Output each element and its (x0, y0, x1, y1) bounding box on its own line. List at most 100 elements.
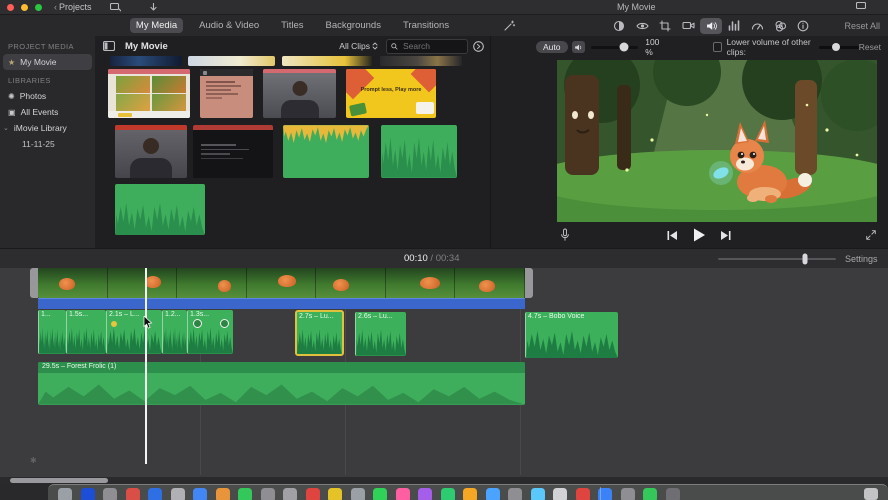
media-thumbnail[interactable] (110, 56, 182, 66)
color-correction-icon[interactable] (631, 18, 653, 34)
dock-app-icon[interactable] (620, 488, 635, 500)
media-import-icon[interactable] (109, 2, 121, 12)
media-thumbnail-audio-3[interactable] (115, 184, 205, 235)
dock-app-icon[interactable] (103, 488, 117, 500)
search-field[interactable] (386, 38, 468, 54)
tab-transitions[interactable]: Transitions (397, 18, 455, 33)
dock-app-icon[interactable] (373, 488, 387, 500)
audio-clip-4[interactable]: 1.2... (162, 310, 187, 354)
dock-app-icon[interactable] (328, 488, 342, 500)
auto-volume-button[interactable]: Auto (536, 41, 568, 53)
dock-app-icon[interactable] (440, 488, 455, 500)
fullscreen-icon[interactable] (865, 229, 877, 241)
browser-forward-icon[interactable] (473, 40, 484, 52)
sidebar-item-event-11-11-25[interactable]: 11-11-25 (0, 136, 95, 152)
sidebar-item-my-movie[interactable]: ★ My Movie (3, 54, 92, 70)
stabilization-icon[interactable] (677, 18, 699, 34)
audio-clip-5[interactable]: 1.3s... (187, 310, 233, 354)
enhance-wand-icon[interactable] (498, 18, 520, 34)
dock-app-icon[interactable] (643, 488, 657, 500)
noise-reduction-icon[interactable] (723, 18, 745, 34)
dock-app-icon[interactable] (260, 488, 275, 500)
media-thumbnail-audio-green[interactable] (381, 125, 457, 178)
dock-app-icon[interactable] (575, 488, 590, 500)
audio-clip-1[interactable]: 1... (38, 310, 66, 354)
clip-info-icon[interactable] (792, 18, 814, 34)
search-input[interactable] (401, 40, 463, 52)
lower-volume-slider[interactable] (819, 43, 859, 51)
lower-volume-checkbox[interactable] (713, 42, 722, 52)
crop-icon[interactable] (654, 18, 676, 34)
sidebar-item-imovie-library[interactable]: ⌄ iMovie Library (0, 120, 95, 136)
clip-filter-icon[interactable] (769, 18, 791, 34)
close-window-button[interactable] (7, 3, 14, 11)
dock-app-icon[interactable] (418, 488, 432, 500)
tab-titles[interactable]: Titles (275, 18, 309, 33)
voiceover-mic-icon[interactable] (559, 228, 571, 242)
media-thumbnail-yellow-promo[interactable]: Prompt less, Play more (346, 69, 436, 118)
dock-app-icon[interactable] (665, 488, 680, 500)
clip-marker-icon[interactable] (111, 321, 117, 327)
dock-app-icon[interactable] (215, 488, 230, 500)
sidebar-toggle-icon[interactable] (103, 41, 115, 51)
dock-app-icon[interactable] (350, 488, 365, 500)
dock-app-icon[interactable] (148, 488, 162, 500)
media-thumbnail-notes-page[interactable] (200, 69, 253, 118)
media-thumbnail-webcam-1[interactable] (263, 69, 336, 118)
media-thumbnail[interactable] (282, 56, 372, 66)
scrollbar-thumb[interactable] (10, 478, 108, 483)
volume-keyframe-icon[interactable] (193, 319, 202, 328)
video-preview[interactable] (557, 60, 877, 222)
dock-app-icon[interactable] (80, 488, 95, 500)
timeline[interactable]: 1... 1.5s... 2.1s – L... 1.2... 1.3s... … (0, 268, 888, 477)
screen-mirroring-icon[interactable] (856, 2, 866, 10)
volume-icon[interactable] (700, 17, 722, 34)
video-clip-filmstrip[interactable] (38, 268, 525, 298)
dock-app-icon[interactable] (193, 488, 207, 500)
media-thumbnail-audio-yellow[interactable] (283, 125, 369, 178)
play-button[interactable] (692, 228, 706, 242)
clip-size-slider[interactable] (718, 253, 836, 265)
media-thumbnail-webcam-2[interactable] (115, 125, 187, 178)
media-thumbnail[interactable] (380, 56, 462, 66)
timeline-scrollbar[interactable] (0, 477, 888, 484)
right-trim-handle[interactable] (525, 268, 533, 298)
dock-app-icon[interactable] (125, 488, 140, 500)
sidebar-item-all-events[interactable]: ▣ All Events (0, 104, 95, 120)
playhead[interactable] (145, 268, 147, 464)
left-trim-handle[interactable] (30, 268, 38, 298)
back-to-projects-button[interactable]: ‹ Projects (54, 2, 92, 12)
dock-app-icon[interactable] (485, 488, 500, 500)
dock-app-icon[interactable] (553, 488, 567, 500)
reset-volume-button[interactable]: Reset (859, 42, 881, 52)
dock-app-icon[interactable] (463, 488, 477, 500)
music-clip-forest-frolic[interactable]: 29.5s – Forest Frolic (1) (38, 362, 525, 405)
minimize-window-button[interactable] (21, 3, 28, 11)
audio-clip-selected[interactable]: 2.7s – Lu... (295, 310, 344, 356)
reset-all-button[interactable]: Reset All (844, 21, 880, 31)
dock-app-icon[interactable] (508, 488, 522, 500)
dock-app-icon[interactable] (305, 488, 320, 500)
dock-app-icon[interactable] (238, 488, 252, 500)
audio-clip-bobo-voice[interactable]: 4.7s – Bobo Voice (525, 312, 618, 358)
mute-speaker-icon[interactable] (571, 41, 585, 53)
dock-app-icon[interactable] (58, 488, 72, 500)
color-balance-icon[interactable] (608, 18, 630, 34)
audio-clip-3[interactable]: 2.1s – L... (106, 310, 162, 354)
speed-icon[interactable] (746, 18, 768, 34)
trash-icon[interactable] (864, 488, 878, 500)
sidebar-item-photos[interactable]: ✺ Photos (0, 88, 95, 104)
media-thumbnail[interactable] (188, 56, 275, 66)
volume-slider[interactable] (590, 42, 639, 52)
media-thumbnail-screen-recording[interactable] (193, 125, 273, 178)
import-arrow-icon[interactable] (149, 2, 158, 12)
next-frame-button[interactable] (720, 230, 731, 241)
dock-app-icon[interactable] (395, 488, 410, 500)
dock-app-icon[interactable] (170, 488, 185, 500)
tab-backgrounds[interactable]: Backgrounds (320, 18, 387, 33)
previous-frame-button[interactable] (667, 230, 678, 241)
audio-clip-2[interactable]: 1.5s... (66, 310, 106, 354)
zoom-window-button[interactable] (35, 3, 42, 11)
audio-clip-7[interactable]: 2.6s – Lu... (355, 312, 406, 356)
dock-app-icon[interactable] (283, 488, 297, 500)
